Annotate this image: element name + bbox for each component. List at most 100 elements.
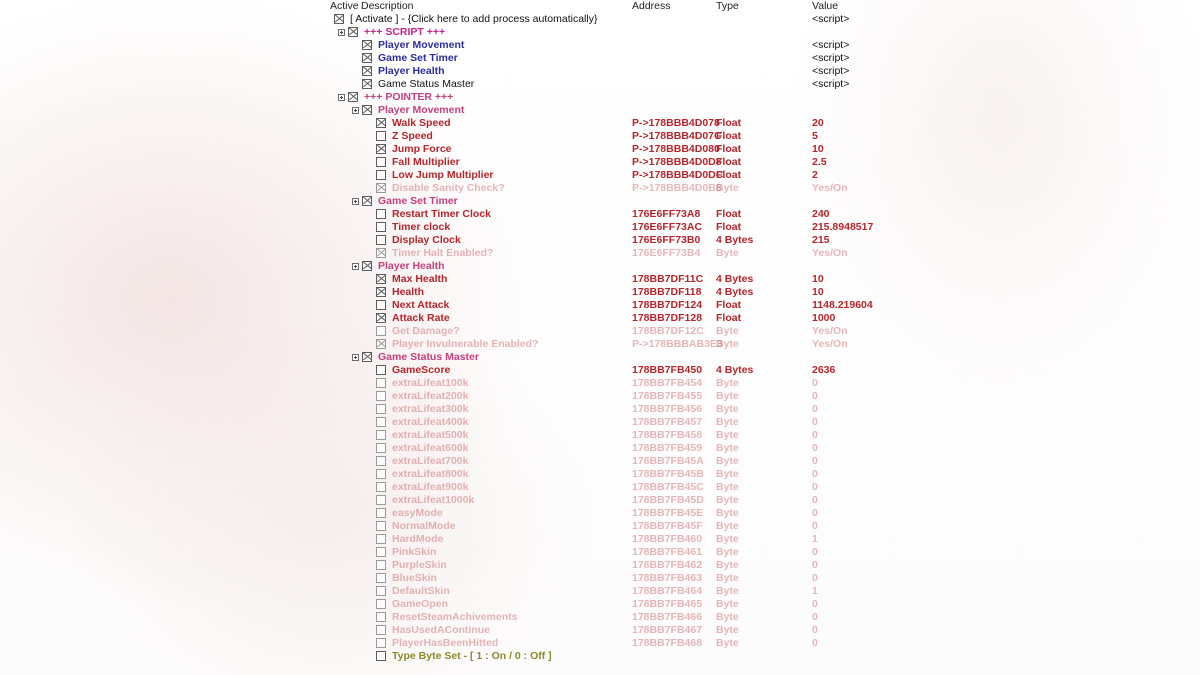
entry-checkbox-checked[interactable] bbox=[348, 27, 358, 37]
entry-checkbox-unchecked[interactable] bbox=[376, 482, 386, 492]
entry-address[interactable]: 178BB7FB467 bbox=[632, 624, 702, 637]
entry-value[interactable]: Yes/On bbox=[812, 325, 848, 338]
entry-address[interactable]: 178BB7FB455 bbox=[632, 390, 702, 403]
entry-checkbox-unchecked[interactable] bbox=[376, 612, 386, 622]
entry-checkbox-checked[interactable] bbox=[376, 313, 386, 323]
entry-type[interactable]: Byte bbox=[716, 520, 739, 533]
cheat-entry-row[interactable]: [ Activate ] - {Click here to add proces… bbox=[330, 13, 1200, 26]
entry-value[interactable]: 1 bbox=[812, 585, 818, 598]
entry-address[interactable]: 178BB7DF118 bbox=[632, 286, 701, 299]
entry-description[interactable]: Player Movement bbox=[378, 104, 464, 117]
entry-description[interactable]: Jump Force bbox=[392, 143, 452, 156]
entry-value[interactable]: <script> bbox=[812, 78, 849, 91]
entry-address[interactable]: 178BB7DF128 bbox=[632, 312, 702, 325]
entry-description[interactable]: Disable Sanity Check? bbox=[392, 182, 505, 195]
entry-value[interactable]: Yes/On bbox=[812, 182, 848, 195]
entry-description[interactable]: BlueSkin bbox=[392, 572, 437, 585]
entry-description[interactable]: [ Activate ] - {Click here to add proces… bbox=[350, 13, 597, 26]
entry-value[interactable]: 0 bbox=[812, 468, 818, 481]
entry-checkbox-unchecked[interactable] bbox=[376, 300, 386, 310]
entry-value[interactable]: 0 bbox=[812, 507, 818, 520]
entry-description[interactable]: HardMode bbox=[392, 533, 443, 546]
entry-address[interactable]: 178BB7FB468 bbox=[632, 637, 702, 650]
entry-address[interactable]: 178BB7FB466 bbox=[632, 611, 702, 624]
entry-checkbox-unchecked[interactable] bbox=[376, 573, 386, 583]
entry-value[interactable]: 0 bbox=[812, 442, 818, 455]
entry-description[interactable]: extraLifeat200k bbox=[392, 390, 468, 403]
entry-description[interactable]: extraLifeat900k bbox=[392, 481, 468, 494]
column-header-value[interactable]: Value bbox=[812, 0, 838, 13]
entry-description[interactable]: DefaultSkin bbox=[392, 585, 450, 598]
cheat-entry-row[interactable]: easyMode 178BB7FB45E Byte 0 bbox=[330, 507, 1200, 520]
entry-value[interactable]: Yes/On bbox=[812, 338, 848, 351]
entry-description[interactable]: Z Speed bbox=[392, 130, 433, 143]
column-header-description[interactable]: Description bbox=[361, 0, 414, 13]
entry-value[interactable]: <script> bbox=[812, 39, 849, 52]
entry-description[interactable]: +++ SCRIPT +++ bbox=[364, 26, 445, 39]
cheat-entry-row[interactable]: extraLifeat700k 178BB7FB45A Byte 0 bbox=[330, 455, 1200, 468]
entry-description[interactable]: extraLifeat400k bbox=[392, 416, 468, 429]
entry-description[interactable]: Restart Timer Clock bbox=[392, 208, 491, 221]
entry-type[interactable]: Byte bbox=[716, 338, 739, 351]
entry-value[interactable]: 215 bbox=[812, 234, 830, 247]
entry-checkbox-unchecked[interactable] bbox=[376, 326, 386, 336]
entry-value[interactable]: Yes/On bbox=[812, 247, 848, 260]
entry-description[interactable]: Walk Speed bbox=[392, 117, 451, 130]
entry-value[interactable]: 20 bbox=[812, 117, 824, 130]
entry-description[interactable]: Display Clock bbox=[392, 234, 461, 247]
entry-address[interactable]: P->178BBB4D078 bbox=[632, 117, 720, 130]
cheat-entry-row[interactable]: extraLifeat500k 178BB7FB458 Byte 0 bbox=[330, 429, 1200, 442]
cheat-entry-row[interactable]: GameOpen 178BB7FB465 Byte 0 bbox=[330, 598, 1200, 611]
entry-type[interactable]: Byte bbox=[716, 533, 739, 546]
entry-checkbox-checked[interactable] bbox=[362, 105, 372, 115]
entry-checkbox-unchecked[interactable] bbox=[376, 625, 386, 635]
entry-checkbox-unchecked[interactable] bbox=[376, 417, 386, 427]
cheat-entry-row[interactable]: Player Health bbox=[330, 260, 1200, 273]
entry-type[interactable]: Float bbox=[716, 156, 741, 169]
entry-address[interactable]: 176E6FF73AC bbox=[632, 221, 702, 234]
entry-checkbox-checked[interactable] bbox=[362, 196, 372, 206]
cheat-entry-row[interactable]: PinkSkin 178BB7FB461 Byte 0 bbox=[330, 546, 1200, 559]
entry-checkbox-unchecked[interactable] bbox=[376, 521, 386, 531]
entry-value[interactable]: 5 bbox=[812, 130, 818, 143]
entry-description[interactable]: extraLifeat300k bbox=[392, 403, 468, 416]
cheat-entry-row[interactable]: Timer Halt Enabled? 176E6FF73B4 Byte Yes/On bbox=[330, 247, 1200, 260]
cheat-entry-row[interactable]: HasUsedAContinue 178BB7FB467 Byte 0 bbox=[330, 624, 1200, 637]
entry-checkbox-checked[interactable] bbox=[376, 144, 386, 154]
entry-address[interactable]: 176E6FF73A8 bbox=[632, 208, 700, 221]
entry-address[interactable]: 178BB7FB454 bbox=[632, 377, 702, 390]
entry-type[interactable]: 4 Bytes bbox=[716, 286, 753, 299]
entry-value[interactable]: 0 bbox=[812, 546, 818, 559]
entry-description[interactable]: extraLifeat600k bbox=[392, 442, 468, 455]
entry-description[interactable]: Game Status Master bbox=[378, 351, 479, 364]
entry-description[interactable]: Player Health bbox=[378, 260, 445, 273]
entry-value[interactable]: 2636 bbox=[812, 364, 835, 377]
entry-description[interactable]: Next Attack bbox=[392, 299, 449, 312]
entry-value[interactable]: 0 bbox=[812, 455, 818, 468]
entry-value[interactable]: <script> bbox=[812, 13, 849, 26]
entry-type[interactable]: Byte bbox=[716, 624, 739, 637]
entry-description[interactable]: ResetSteamAchivements bbox=[392, 611, 517, 624]
entry-value[interactable]: 0 bbox=[812, 390, 818, 403]
entry-checkbox-unchecked[interactable] bbox=[376, 391, 386, 401]
entry-address[interactable]: 178BB7DF11C bbox=[632, 273, 703, 286]
entry-value[interactable]: 1148.219604 bbox=[812, 299, 873, 312]
entry-type[interactable]: Byte bbox=[716, 559, 739, 572]
cheat-entry-row[interactable]: +++ POINTER +++ bbox=[330, 91, 1200, 104]
entry-value[interactable]: 10 bbox=[812, 286, 824, 299]
entry-value[interactable]: 1000 bbox=[812, 312, 835, 325]
entry-description[interactable]: Player Invulnerable Enabled? bbox=[392, 338, 538, 351]
cheat-entry-row[interactable]: extraLifeat400k 178BB7FB457 Byte 0 bbox=[330, 416, 1200, 429]
entry-description[interactable]: PurpleSkin bbox=[392, 559, 447, 572]
entry-value[interactable]: 0 bbox=[812, 598, 818, 611]
cheat-entry-row[interactable]: Type Byte Set - [ 1 : On / 0 : Off ] bbox=[330, 650, 1200, 663]
entry-checkbox-unchecked[interactable] bbox=[376, 651, 386, 661]
expand-plus-icon[interactable] bbox=[352, 263, 359, 270]
cheat-entry-row[interactable]: Disable Sanity Check? P->178BBB4D0B8 Byte Y… bbox=[330, 182, 1200, 195]
entry-checkbox-unchecked[interactable] bbox=[376, 495, 386, 505]
entry-checkbox-unchecked[interactable] bbox=[376, 170, 386, 180]
column-header-type[interactable]: Type bbox=[716, 0, 739, 13]
entry-address[interactable]: 178BB7FB459 bbox=[632, 442, 702, 455]
entry-address[interactable]: P->178BBB4D0D8 bbox=[632, 156, 722, 169]
entry-description[interactable]: Max Health bbox=[392, 273, 447, 286]
